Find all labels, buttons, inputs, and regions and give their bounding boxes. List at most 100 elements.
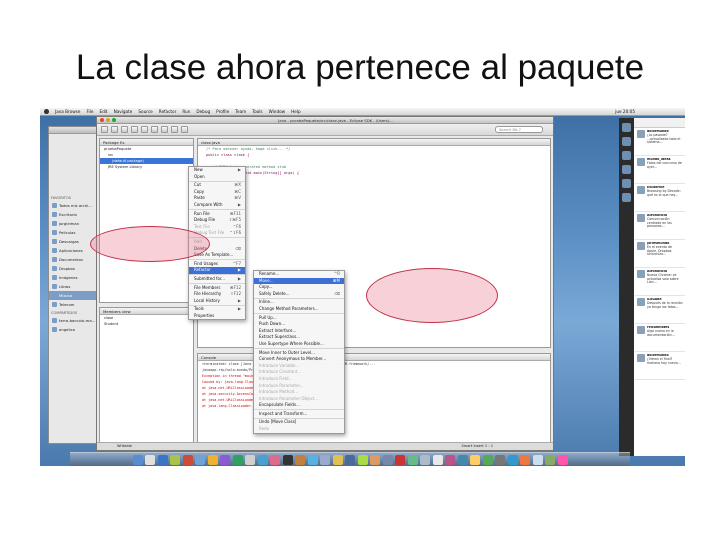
search-input[interactable]: Search Bit-7 [495, 126, 543, 133]
mentions-icon[interactable] [622, 137, 631, 146]
menu-item[interactable]: Pull Up... [254, 315, 344, 322]
menu-item[interactable]: Introduce Constant... [254, 369, 344, 376]
menu-item[interactable]: Introduce Parameter... [254, 383, 344, 390]
menu-item[interactable]: Test File ⌃F6 [189, 224, 245, 231]
avatar[interactable] [637, 298, 645, 306]
dock-app-icon[interactable] [195, 454, 205, 465]
dock-app-icon[interactable] [370, 454, 380, 465]
menubar-item[interactable]: Help [291, 109, 301, 114]
menu-item[interactable]: Move Inner to Outer Level... [254, 350, 344, 357]
dock-app-icon[interactable] [445, 454, 455, 465]
tree-row-library[interactable]: JRE System Library [100, 164, 193, 170]
menu-item[interactable]: Open [189, 174, 245, 181]
tweet-item[interactable]: mundo_ideas Fotos del concurso de ayer... [635, 156, 685, 184]
tab-outline[interactable]: Members view [100, 308, 193, 315]
dock-app-icon[interactable] [332, 454, 343, 465]
dock-app-icon[interactable] [145, 454, 155, 465]
menubar-item[interactable]: Debug [196, 109, 210, 114]
avatar[interactable] [637, 130, 645, 138]
dock-app-icon[interactable] [520, 454, 530, 465]
tweet-item[interactable]: dolormundo ¿Lo pasaste? ...actualizado to… [635, 128, 685, 156]
dock-app-icon[interactable] [495, 454, 505, 465]
avatar[interactable] [637, 214, 645, 222]
menu-item[interactable]: Copy... [254, 284, 344, 291]
menubar-item[interactable]: Team [235, 109, 246, 114]
dock-app-icon[interactable] [270, 454, 280, 465]
menu-item[interactable]: Introduce Field... [254, 376, 344, 383]
dock-app-icon[interactable] [207, 454, 218, 465]
dock-app-icon[interactable] [545, 454, 555, 465]
close-icon[interactable] [100, 118, 104, 122]
debug-icon[interactable] [131, 126, 138, 133]
menu-item[interactable]: File Hierarchy ⇧F12 [189, 291, 245, 298]
dock-app-icon[interactable] [432, 454, 443, 465]
menu-item[interactable]: Move... ⌘M [254, 277, 344, 285]
tweet-item[interactable]: Alexnoticia Nuevo Chrome: se actualiza so… [635, 268, 685, 296]
menu-item[interactable]: Encapsulate Fields... [254, 402, 344, 409]
dock-app-icon[interactable] [532, 454, 543, 465]
menu-item[interactable]: Introduce Parameter Object... [254, 396, 344, 403]
menu-item[interactable]: Find Usages ^F7 [189, 261, 245, 268]
menu-item[interactable]: Local History ▶ [189, 298, 245, 305]
run-icon[interactable] [141, 126, 148, 133]
dock-app-icon[interactable] [507, 454, 518, 465]
dock-app-icon[interactable] [307, 454, 318, 465]
dock-app-icon[interactable] [157, 454, 168, 465]
dock-app-icon[interactable] [382, 454, 393, 465]
dock-app-icon[interactable] [407, 454, 418, 465]
menu-item[interactable]: Redo [254, 426, 344, 433]
avatar[interactable] [637, 186, 645, 194]
menu-item[interactable]: Use Supertype Where Possible... [254, 341, 344, 348]
avatar[interactable] [637, 326, 645, 334]
menu-item[interactable]: Properties [189, 313, 245, 320]
menu-item[interactable]: Introduce Method... [254, 389, 344, 396]
tab-editor[interactable]: clase.java [198, 139, 550, 146]
dock-app-icon[interactable] [457, 454, 468, 465]
menubar-item[interactable]: Run [182, 109, 190, 114]
menu-item[interactable]: Rename... ^R [254, 271, 344, 278]
menubar-item[interactable]: Edit [99, 109, 107, 114]
menu-item[interactable]: Change Method Parameters... [254, 306, 344, 313]
menubar-clock[interactable]: jue 20:05 [615, 109, 685, 114]
profile-icon[interactable] [622, 179, 631, 188]
menu-item[interactable]: Compare With ▶ [189, 202, 245, 209]
menu-item[interactable]: Safely Delete... ⌫ [254, 291, 344, 298]
menu-item[interactable]: Introduce Variable... [254, 363, 344, 370]
menu-item[interactable]: Cut ⌘X [189, 182, 245, 189]
save-icon[interactable] [111, 126, 118, 133]
menu-item[interactable]: Run File ⌘F11 [189, 211, 245, 218]
menubar-item[interactable]: Window [269, 109, 286, 114]
menu-item[interactable]: Inline... [254, 299, 344, 306]
outline-row[interactable]: Student [100, 321, 193, 327]
menubar-item[interactable]: Tools [252, 109, 262, 114]
menubar-item[interactable]: Refactor [159, 109, 177, 114]
menu-item[interactable]: Submitted for... ▶ [189, 276, 245, 283]
tweet-item[interactable]: Escadrille Browsing by Decade: qué es lo … [635, 184, 685, 212]
new-icon[interactable] [101, 126, 108, 133]
menu-item[interactable]: Undo [Move Class] [254, 419, 344, 426]
avatar[interactable] [637, 242, 645, 250]
dock-app-icon[interactable] [470, 454, 480, 465]
dock-app-icon[interactable] [257, 454, 268, 465]
tweet-item[interactable]: jorlesmundo En el evento de Apple, Dropbo… [635, 240, 685, 268]
search-icon[interactable] [161, 126, 168, 133]
new-class-icon[interactable] [151, 126, 158, 133]
timeline-icon[interactable] [622, 123, 631, 132]
menu-item[interactable]: Debug File ⇧⌘F5 [189, 217, 245, 224]
menu-item[interactable]: Paste ⌘V [189, 195, 245, 202]
menubar-item[interactable]: Source [138, 109, 152, 114]
menu-item[interactable]: Convert Anonymous to Member... [254, 356, 344, 363]
tweet-item[interactable]: dolormundo ¿Vieron el final? mañana hay n… [635, 352, 685, 380]
menu-item[interactable]: Refactor ▶ [189, 267, 245, 274]
forward-icon[interactable] [181, 126, 188, 133]
menu-item[interactable]: Extract Interface... [254, 328, 344, 335]
dock-app-icon[interactable] [557, 454, 568, 465]
dock-app-icon[interactable] [220, 454, 230, 465]
avatar[interactable] [637, 158, 645, 166]
dock-app-icon[interactable] [357, 454, 368, 465]
lists-icon[interactable] [622, 165, 631, 174]
menu-item[interactable]: File Members ⌘F12 [189, 285, 245, 292]
menu-item[interactable]: Tools ▶ [189, 306, 245, 313]
avatar[interactable] [637, 270, 645, 278]
dock-app-icon[interactable] [232, 454, 243, 465]
